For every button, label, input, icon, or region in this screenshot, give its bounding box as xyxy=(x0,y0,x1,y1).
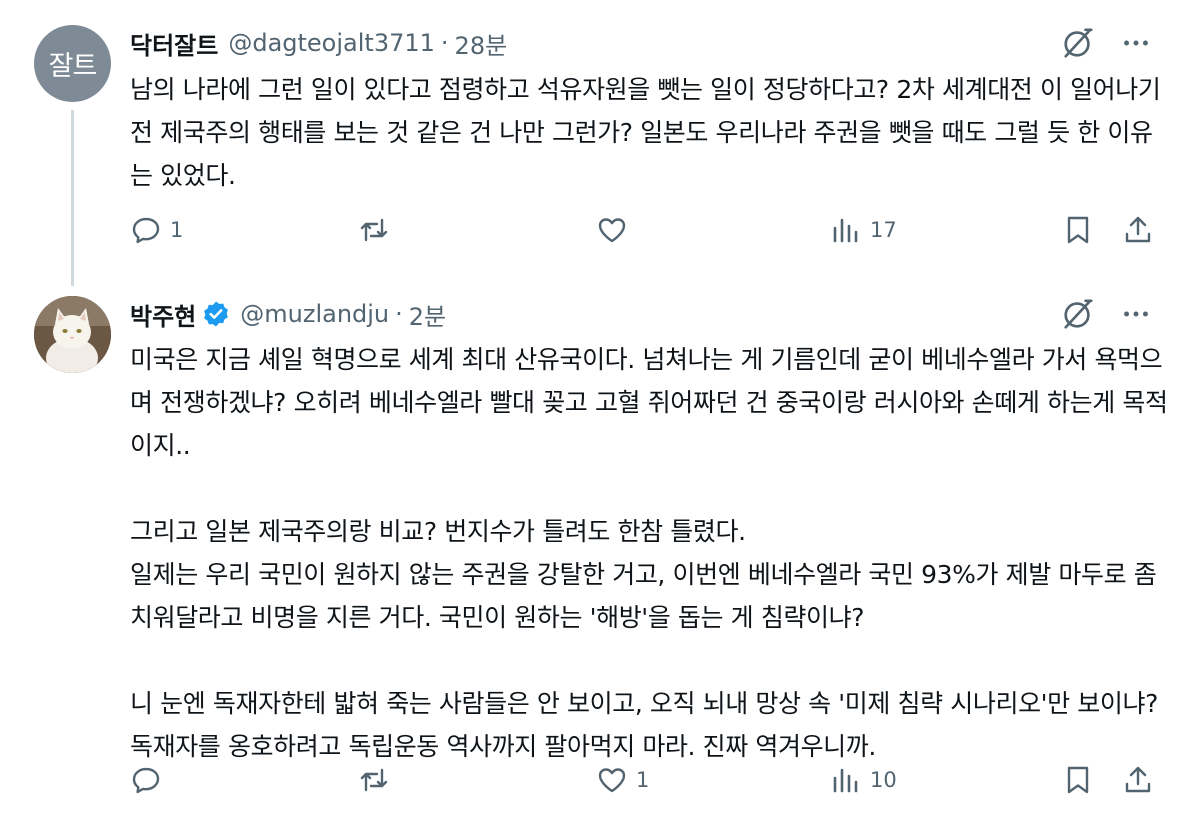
timestamp[interactable]: 2분 xyxy=(409,297,446,332)
reply-button[interactable]: 1 xyxy=(130,210,183,250)
more-icon[interactable] xyxy=(1118,296,1154,332)
tweet-text: 미국은 지금 셰일 혁명으로 세계 최대 산유국이다. 넘쳐나는 게 기름인데 … xyxy=(130,345,1168,761)
repost-icon xyxy=(360,218,388,242)
like-icon xyxy=(598,218,626,243)
tweet-top-actions xyxy=(1060,25,1154,61)
like-button[interactable] xyxy=(596,210,636,250)
more-icon[interactable] xyxy=(1118,25,1154,61)
share-icon xyxy=(1125,216,1151,243)
reply-count: 1 xyxy=(170,218,184,242)
avatar-cat-image xyxy=(34,296,111,373)
author-name[interactable]: 박주현 xyxy=(130,297,196,332)
views-count: 17 xyxy=(870,218,897,242)
like-button[interactable]: 1 xyxy=(596,760,649,800)
bookmark-icon xyxy=(1067,216,1089,244)
avatar[interactable]: 잘트 xyxy=(34,25,111,102)
separator-dot: · xyxy=(395,300,403,328)
tweet-header: 박주현 @muzlandju · 2분 xyxy=(130,296,446,332)
thread-line xyxy=(71,110,74,286)
repost-icon xyxy=(360,768,388,792)
tweet-header: 닥터잘트 @dagteojalt3711 · 28분 xyxy=(130,25,507,61)
views-button[interactable]: 17 xyxy=(830,210,897,250)
bookmark-button[interactable] xyxy=(1062,210,1094,250)
tweet[interactable]: 박주현 @muzlandju · 2분 미국은 지금 셰일 혁명으로 세계 최대… xyxy=(0,284,1200,821)
tweet-text: 남의 나라에 그런 일이 있다고 점령하고 석유자원을 뺏는 일이 정당하다고?… xyxy=(130,75,1161,190)
avatar[interactable] xyxy=(34,296,111,373)
reply-icon xyxy=(132,767,160,794)
share-button[interactable] xyxy=(1122,210,1154,250)
like-count: 1 xyxy=(636,768,650,792)
views-icon xyxy=(833,768,858,793)
author-name[interactable]: 닥터잘트 xyxy=(130,26,218,61)
tweet-top-actions xyxy=(1060,296,1154,332)
tweet[interactable]: 잘트 닥터잘트 @dagteojalt3711 · 28분 남의 나라에 그런 … xyxy=(0,0,1200,286)
timestamp[interactable]: 28분 xyxy=(455,26,508,61)
repost-button[interactable] xyxy=(358,760,398,800)
grok-icon[interactable] xyxy=(1060,296,1096,332)
bookmark-icon xyxy=(1067,766,1089,794)
grok-icon[interactable] xyxy=(1060,25,1096,61)
views-count: 10 xyxy=(870,768,897,792)
author-handle[interactable]: @muzlandju xyxy=(240,300,389,328)
views-button[interactable]: 10 xyxy=(830,760,897,800)
share-button[interactable] xyxy=(1122,760,1154,800)
repost-button[interactable] xyxy=(358,210,398,250)
reply-icon xyxy=(132,217,160,244)
tweet-actions: 1 17 xyxy=(130,210,1160,250)
views-icon xyxy=(833,218,858,243)
like-icon xyxy=(598,768,626,793)
share-icon xyxy=(1125,766,1151,793)
reply-button[interactable] xyxy=(130,760,170,800)
tweet-actions: 1 10 xyxy=(130,760,1160,800)
bookmark-button[interactable] xyxy=(1062,760,1094,800)
author-handle[interactable]: @dagteojalt3711 xyxy=(228,29,435,57)
verified-badge-icon[interactable] xyxy=(202,300,230,328)
avatar-text: 잘트 xyxy=(48,51,98,82)
separator-dot: · xyxy=(440,29,449,57)
